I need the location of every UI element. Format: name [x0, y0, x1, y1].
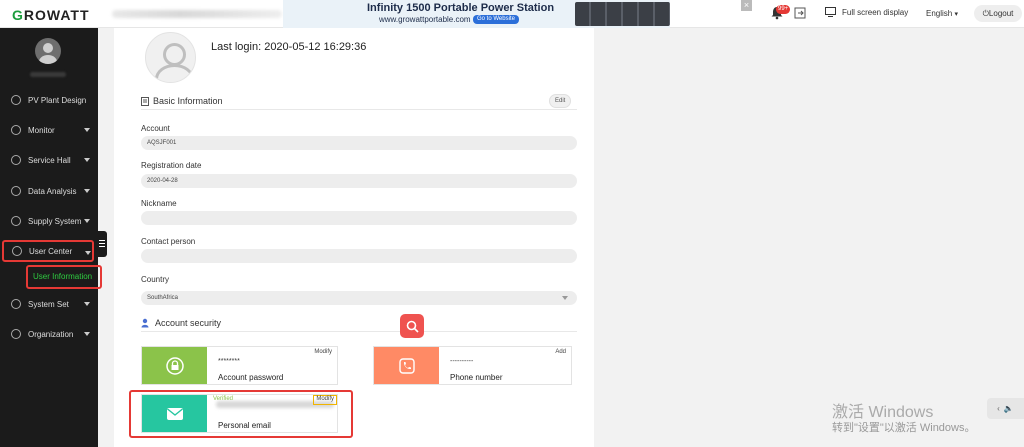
supply-icon: [11, 216, 21, 226]
blurred-username: [30, 72, 66, 77]
edit-button[interactable]: Edit: [549, 94, 572, 108]
service-icon: [11, 155, 21, 165]
document-icon: [141, 96, 149, 106]
phone-label: Phone number: [450, 373, 503, 382]
sidebar-item-label: User Center: [29, 246, 73, 256]
contact-person-label: Contact person: [141, 237, 196, 246]
fullscreen-button[interactable]: Full screen display: [825, 7, 908, 17]
exit-icon[interactable]: [794, 7, 806, 19]
lock-icon: [142, 347, 207, 384]
sidebar-item-label: Organization: [28, 329, 74, 339]
growatt-logo[interactable]: GROWATT: [12, 7, 90, 23]
basic-info-header: Basic Information: [141, 96, 223, 106]
account-label: Account: [141, 124, 170, 133]
pv-icon: [11, 95, 21, 105]
avatar[interactable]: [35, 38, 61, 64]
password-value: ********: [218, 358, 240, 365]
registration-date-label: Registration date: [141, 161, 202, 170]
ad-banner[interactable]: Infinity 1500 Portable Power Station www…: [283, 0, 670, 28]
logout-button[interactable]: ⏻Logout: [974, 5, 1022, 22]
add-phone-link[interactable]: Add: [555, 349, 566, 355]
caret-down-icon: [84, 302, 90, 306]
monitor-icon: [11, 125, 21, 135]
caret-down-icon: [85, 251, 91, 255]
caret-down-icon: [84, 128, 90, 132]
monitor-screen-icon: [825, 7, 836, 17]
sidebar-collapse-handle[interactable]: [97, 231, 107, 257]
modify-password-link[interactable]: Modify: [314, 349, 332, 355]
windows-activation-hint: 转到"设置"以激活 Windows。: [832, 422, 976, 434]
sidebar-item-label: Monitor: [28, 125, 55, 135]
ad-go-button[interactable]: Go to Website: [473, 15, 519, 24]
phone-value: ----------: [450, 358, 474, 365]
top-bar: GROWATT Infinity 1500 Portable Power Sta…: [0, 0, 1024, 28]
sidebar-item-label: Supply System: [28, 216, 82, 226]
divider: [141, 109, 577, 110]
notification-badge: 99+: [776, 5, 791, 14]
sidebar-item-user-center[interactable]: User Center: [2, 240, 94, 262]
language-selector[interactable]: English ▾: [926, 9, 958, 18]
caret-down-icon: [84, 158, 90, 162]
ad-title: Infinity 1500 Portable Power Station: [367, 2, 555, 14]
sidebar-item-label: PV Plant Design: [28, 95, 87, 105]
sidebar-item-label: Service Hall: [28, 155, 71, 165]
caret-down-icon: [84, 189, 90, 193]
contact-person-field[interactable]: [141, 249, 577, 263]
user-icon: [12, 246, 22, 256]
chevron-down-icon: ▾: [954, 11, 958, 18]
fullscreen-label: Full screen display: [842, 7, 909, 17]
sidebar-item-data-analysis[interactable]: Data Analysis: [0, 180, 98, 202]
highlight-frame: [129, 390, 353, 438]
sidebar-item-service-hall[interactable]: Service Hall: [0, 149, 98, 171]
chevron-left-icon: ‹: [997, 404, 1000, 413]
sidebar-item-label: System Set: [28, 299, 69, 309]
phone-icon: [374, 347, 439, 384]
divider: [141, 331, 577, 332]
registration-date-field: 2020-04-28: [141, 174, 577, 188]
nickname-label: Nickname: [141, 199, 177, 208]
password-label: Account password: [218, 373, 284, 382]
caret-down-icon: [84, 219, 90, 223]
sidebar: PV Plant Design Monitor Service Hall Dat…: [0, 28, 102, 447]
search-icon[interactable]: [400, 314, 424, 338]
blurred-plant-name: [112, 10, 282, 18]
volume-control[interactable]: ‹ 🔈: [987, 398, 1024, 419]
language-label: English: [926, 9, 953, 18]
country-value: SouthAfrica: [147, 295, 179, 301]
nickname-field[interactable]: [141, 211, 577, 225]
country-select[interactable]: SouthAfrica: [141, 291, 577, 305]
ad-close-icon[interactable]: ×: [741, 0, 752, 11]
sidebar-item-organization[interactable]: Organization: [0, 323, 98, 345]
sidebar-item-pv-plant-design[interactable]: PV Plant Design: [0, 89, 98, 111]
sidebar-item-supply-system[interactable]: Supply System: [0, 210, 98, 232]
settings-icon: [11, 299, 21, 309]
country-label: Country: [141, 275, 170, 284]
account-security-header: Account security: [141, 318, 221, 328]
organization-icon: [11, 329, 21, 339]
user-info-card: Last login: 2020-05-12 16:29:36 Basic In…: [114, 28, 594, 447]
profile-avatar[interactable]: [145, 32, 196, 83]
sidebar-item-system-set[interactable]: System Set: [0, 293, 98, 315]
basic-info-title: Basic Information: [153, 96, 223, 106]
chevron-down-icon: [562, 296, 568, 300]
ad-url: www.growattportable.com: [379, 15, 471, 24]
sidebar-subitem-user-information[interactable]: User Information: [26, 265, 102, 289]
user-lock-icon: [141, 318, 149, 328]
speaker-icon: 🔈: [1003, 404, 1014, 413]
sidebar-item-label: Data Analysis: [28, 186, 77, 196]
password-card: ******** Account password Modify: [141, 346, 338, 385]
chart-icon: [11, 186, 21, 196]
ad-product-image: [575, 2, 670, 26]
phone-card: ---------- Phone number Add: [373, 346, 572, 385]
sidebar-item-monitor[interactable]: Monitor: [0, 119, 98, 141]
account-field: AQSJF001: [141, 136, 577, 150]
last-login-text: Last login: 2020-05-12 16:29:36: [211, 41, 367, 53]
caret-down-icon: [84, 332, 90, 336]
logout-label: Logout: [988, 9, 1014, 18]
account-security-title: Account security: [155, 318, 222, 328]
